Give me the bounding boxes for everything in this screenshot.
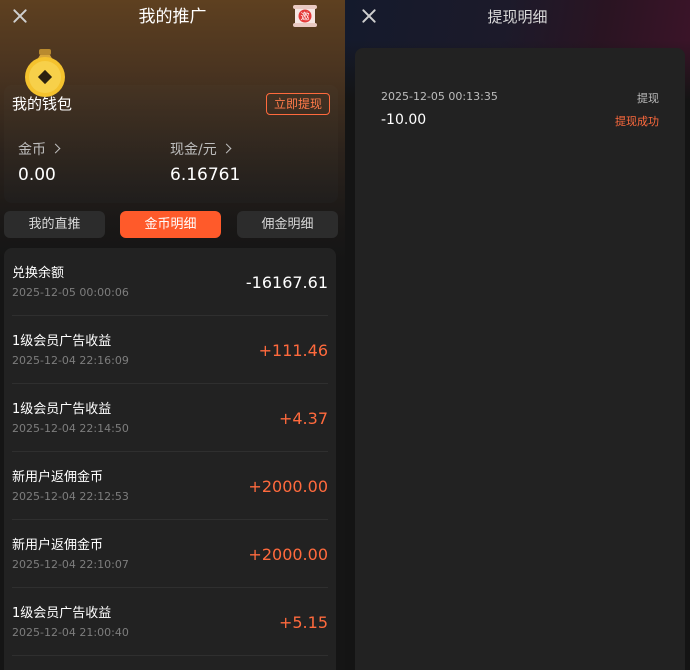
list-item[interactable]: 1级会员广告收益 2025-12-04 22:16:09 +111.46 (4, 316, 336, 384)
record-time: 2025-12-04 22:14:50 (12, 422, 129, 435)
record-time: 2025-12-04 22:10:07 (12, 558, 129, 571)
tab-coin-details[interactable]: 金币明细 (120, 211, 221, 238)
record-title: 兑换余额 (12, 266, 65, 281)
record-time: 2025-12-04 22:12:53 (12, 490, 129, 503)
divider (12, 655, 328, 656)
record-title: 1级会员广告收益 (12, 606, 112, 621)
coins-label: 金币 (18, 142, 46, 158)
cash-value: 6.16761 (170, 165, 241, 185)
list-item[interactable]: 兑换余额 2025-12-05 00:00:06 -16167.61 (4, 248, 336, 316)
coins-value: 0.00 (18, 165, 56, 185)
withdrawal-record-card: 2025-12-05 00:13:35 提现 -10.00 提现成功 (355, 48, 685, 670)
withdrawal-status: 提现成功 (615, 115, 659, 128)
invite-scroll-icon[interactable]: 邀 (292, 3, 318, 29)
page-title: 提现明细 (487, 8, 548, 26)
list-item[interactable]: 新用户返佣金币 2025-12-04 22:12:53 +2000.00 (4, 452, 336, 520)
record-title: 1级会员广告收益 (12, 402, 112, 417)
tab-commission-details[interactable]: 佣金明细 (237, 211, 338, 238)
record-amount: +4.37 (278, 409, 328, 428)
withdrawal-details-screen: 提现明细 2025-12-05 00:13:35 提现 -10.00 提现成功 (345, 0, 690, 670)
invite-badge-text: 邀 (300, 11, 309, 23)
chevron-right-icon (50, 143, 61, 154)
record-amount: +2000.00 (248, 545, 328, 564)
cash-label-link[interactable]: 现金/元 (170, 139, 232, 159)
coin-record-list: 兑换余额 2025-12-05 00:00:06 -16167.61 1级会员广… (4, 248, 336, 670)
record-amount: -16167.61 (245, 273, 328, 292)
money-bag-icon (25, 49, 65, 97)
record-title: 新用户返佣金币 (12, 538, 104, 553)
cash-label: 现金/元 (170, 142, 217, 158)
chevron-right-icon (221, 143, 232, 154)
record-amount: +5.15 (278, 613, 328, 632)
record-title: 新用户返佣金币 (12, 470, 104, 485)
tab-my-referrals[interactable]: 我的直推 (4, 211, 105, 238)
withdraw-now-button[interactable]: 立即提现 (266, 93, 330, 115)
record-amount: +111.46 (258, 341, 328, 360)
coins-label-link[interactable]: 金币 (18, 139, 61, 159)
list-item[interactable]: 1级会员广告收益 2025-12-04 21:00:40 +5.15 (4, 588, 336, 656)
withdrawal-time: 2025-12-05 00:13:35 (381, 90, 498, 103)
record-time: 2025-12-04 21:00:40 (12, 626, 129, 639)
withdrawal-type: 提现 (637, 92, 659, 105)
wallet-card: 我的钱包 立即提现 金币 0.00 现金/元 6.16761 (4, 85, 338, 203)
record-time: 2025-12-04 22:16:09 (12, 354, 129, 367)
record-title: 1级会员广告收益 (12, 334, 112, 349)
record-amount: +2000.00 (248, 477, 328, 496)
list-item[interactable]: 1级会员广告收益 2025-12-04 22:14:50 +4.37 (4, 384, 336, 452)
promotion-screen: 我的推广 邀 我的钱包 立即提现 金币 0.00 现金/元 6.16761 我的… (0, 0, 345, 670)
record-time: 2025-12-05 00:00:06 (12, 286, 129, 299)
withdrawal-amount: -10.00 (381, 112, 427, 128)
list-item[interactable]: 新用户返佣金币 2025-12-04 22:10:07 +2000.00 (4, 520, 336, 588)
